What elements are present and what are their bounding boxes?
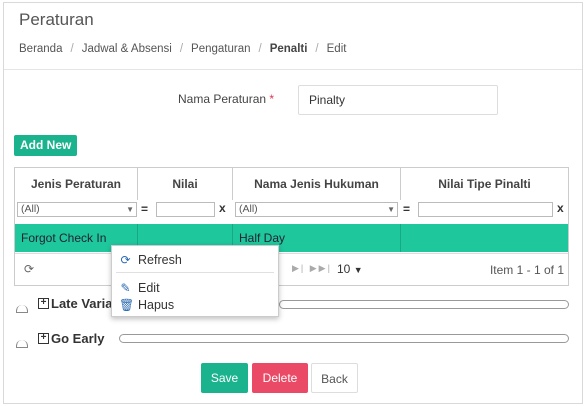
- save-button[interactable]: Save: [201, 363, 248, 393]
- divider: [4, 69, 582, 70]
- add-new-button[interactable]: Add New: [14, 135, 78, 156]
- filter-hukuman-value: (All): [239, 203, 258, 215]
- refresh-icon: ⟳: [120, 253, 131, 267]
- back-button[interactable]: Back: [311, 363, 358, 393]
- column-header-nilai[interactable]: Nilai: [138, 168, 233, 200]
- breadcrumb-separator: /: [179, 43, 184, 55]
- rule-name-input[interactable]: Pinalty: [298, 85, 498, 115]
- grid-pager: ⟳ ▶| ▶▶| 10 ▼ Item 1 - 1 of 1: [15, 253, 568, 285]
- cell-nilai-tipe-pinalti: [401, 224, 568, 252]
- rule-name-label: Nama Peraturan *: [178, 92, 274, 106]
- breadcrumb-jadwal[interactable]: Jadwal & Absensi: [82, 43, 172, 55]
- filter-tipe-input[interactable]: [418, 202, 553, 217]
- filter-jenis-select[interactable]: (All) ▼: [17, 202, 137, 217]
- chevron-down-icon: ▼: [387, 205, 395, 214]
- menu-item-edit[interactable]: ✎ Edit: [119, 280, 160, 296]
- expand-icon: +: [38, 333, 49, 344]
- section-late-slider[interactable]: [279, 300, 569, 309]
- breadcrumb-separator: /: [258, 43, 262, 55]
- pager-info: Item 1 - 1 of 1: [489, 263, 564, 277]
- equals-operator-icon[interactable]: =: [403, 202, 410, 216]
- section-late-header[interactable]: + Late Varia: [38, 296, 112, 311]
- breadcrumb: Beranda / Jadwal & Absensi / Pengaturan …: [19, 43, 346, 55]
- filter-row: (All) ▼ = x (All) ▼ = x: [15, 200, 568, 222]
- expand-icon: +: [38, 298, 49, 309]
- chevron-down-icon: ▼: [353, 265, 363, 275]
- equals-operator-icon[interactable]: =: [141, 202, 148, 216]
- delete-button[interactable]: Delete: [252, 363, 308, 393]
- penalty-grid: Jenis Peraturan Nilai Nama Jenis Hukuman…: [14, 167, 569, 286]
- refresh-icon[interactable]: ⟳: [24, 262, 34, 276]
- rule-name-label-text: Nama Peraturan: [178, 92, 267, 106]
- section-go-early-slider[interactable]: [119, 334, 569, 343]
- filter-hukuman-select[interactable]: (All) ▼: [235, 202, 398, 217]
- section-toggle-icon[interactable]: [16, 340, 28, 348]
- pager-next-last-icon[interactable]: ▶| ▶▶|: [292, 263, 332, 274]
- column-header-nama-jenis-hukuman[interactable]: Nama Jenis Hukuman: [233, 168, 401, 200]
- page-size-select[interactable]: 10 ▼: [337, 262, 363, 276]
- filter-jenis-value: (All): [21, 203, 40, 215]
- menu-item-refresh[interactable]: ⟳ Refresh: [119, 252, 182, 268]
- chevron-down-icon: ▼: [126, 205, 134, 214]
- breadcrumb-separator: /: [315, 43, 319, 55]
- menu-item-delete[interactable]: 🗑 Hapus: [119, 297, 174, 313]
- breadcrumb-penalti[interactable]: Penalti: [270, 43, 308, 55]
- column-header-jenis-peraturan[interactable]: Jenis Peraturan: [15, 168, 138, 200]
- menu-separator: [116, 272, 274, 273]
- section-toggle-icon[interactable]: [16, 305, 28, 313]
- section-late-title: Late Varia: [51, 296, 113, 311]
- required-mark: *: [269, 92, 275, 106]
- section-go-early-header[interactable]: + Go Early: [38, 331, 104, 346]
- menu-item-delete-label: Hapus: [138, 298, 175, 312]
- breadcrumb-separator: /: [70, 43, 74, 55]
- menu-item-refresh-label: Refresh: [138, 253, 182, 267]
- table-row[interactable]: Forgot Check In Half Day: [15, 224, 568, 252]
- filter-nilai-input[interactable]: [156, 202, 215, 217]
- menu-item-edit-label: Edit: [138, 281, 160, 295]
- context-menu: ⟳ Refresh ✎ Edit 🗑 Hapus: [111, 245, 279, 317]
- edit-icon: ✎: [120, 281, 131, 295]
- breadcrumb-pengaturan[interactable]: Pengaturan: [191, 43, 250, 55]
- clear-filter-icon[interactable]: x: [219, 201, 226, 215]
- page-title: Peraturan: [19, 10, 94, 29]
- breadcrumb-beranda[interactable]: Beranda: [19, 43, 62, 55]
- page-size-value: 10: [337, 262, 351, 276]
- section-go-early-title: Go Early: [51, 331, 105, 346]
- trash-icon: 🗑: [119, 298, 135, 312]
- breadcrumb-edit: Edit: [326, 43, 347, 55]
- column-header-nilai-tipe-pinalti[interactable]: Nilai Tipe Pinalti: [401, 168, 568, 200]
- clear-filter-icon[interactable]: x: [557, 201, 564, 215]
